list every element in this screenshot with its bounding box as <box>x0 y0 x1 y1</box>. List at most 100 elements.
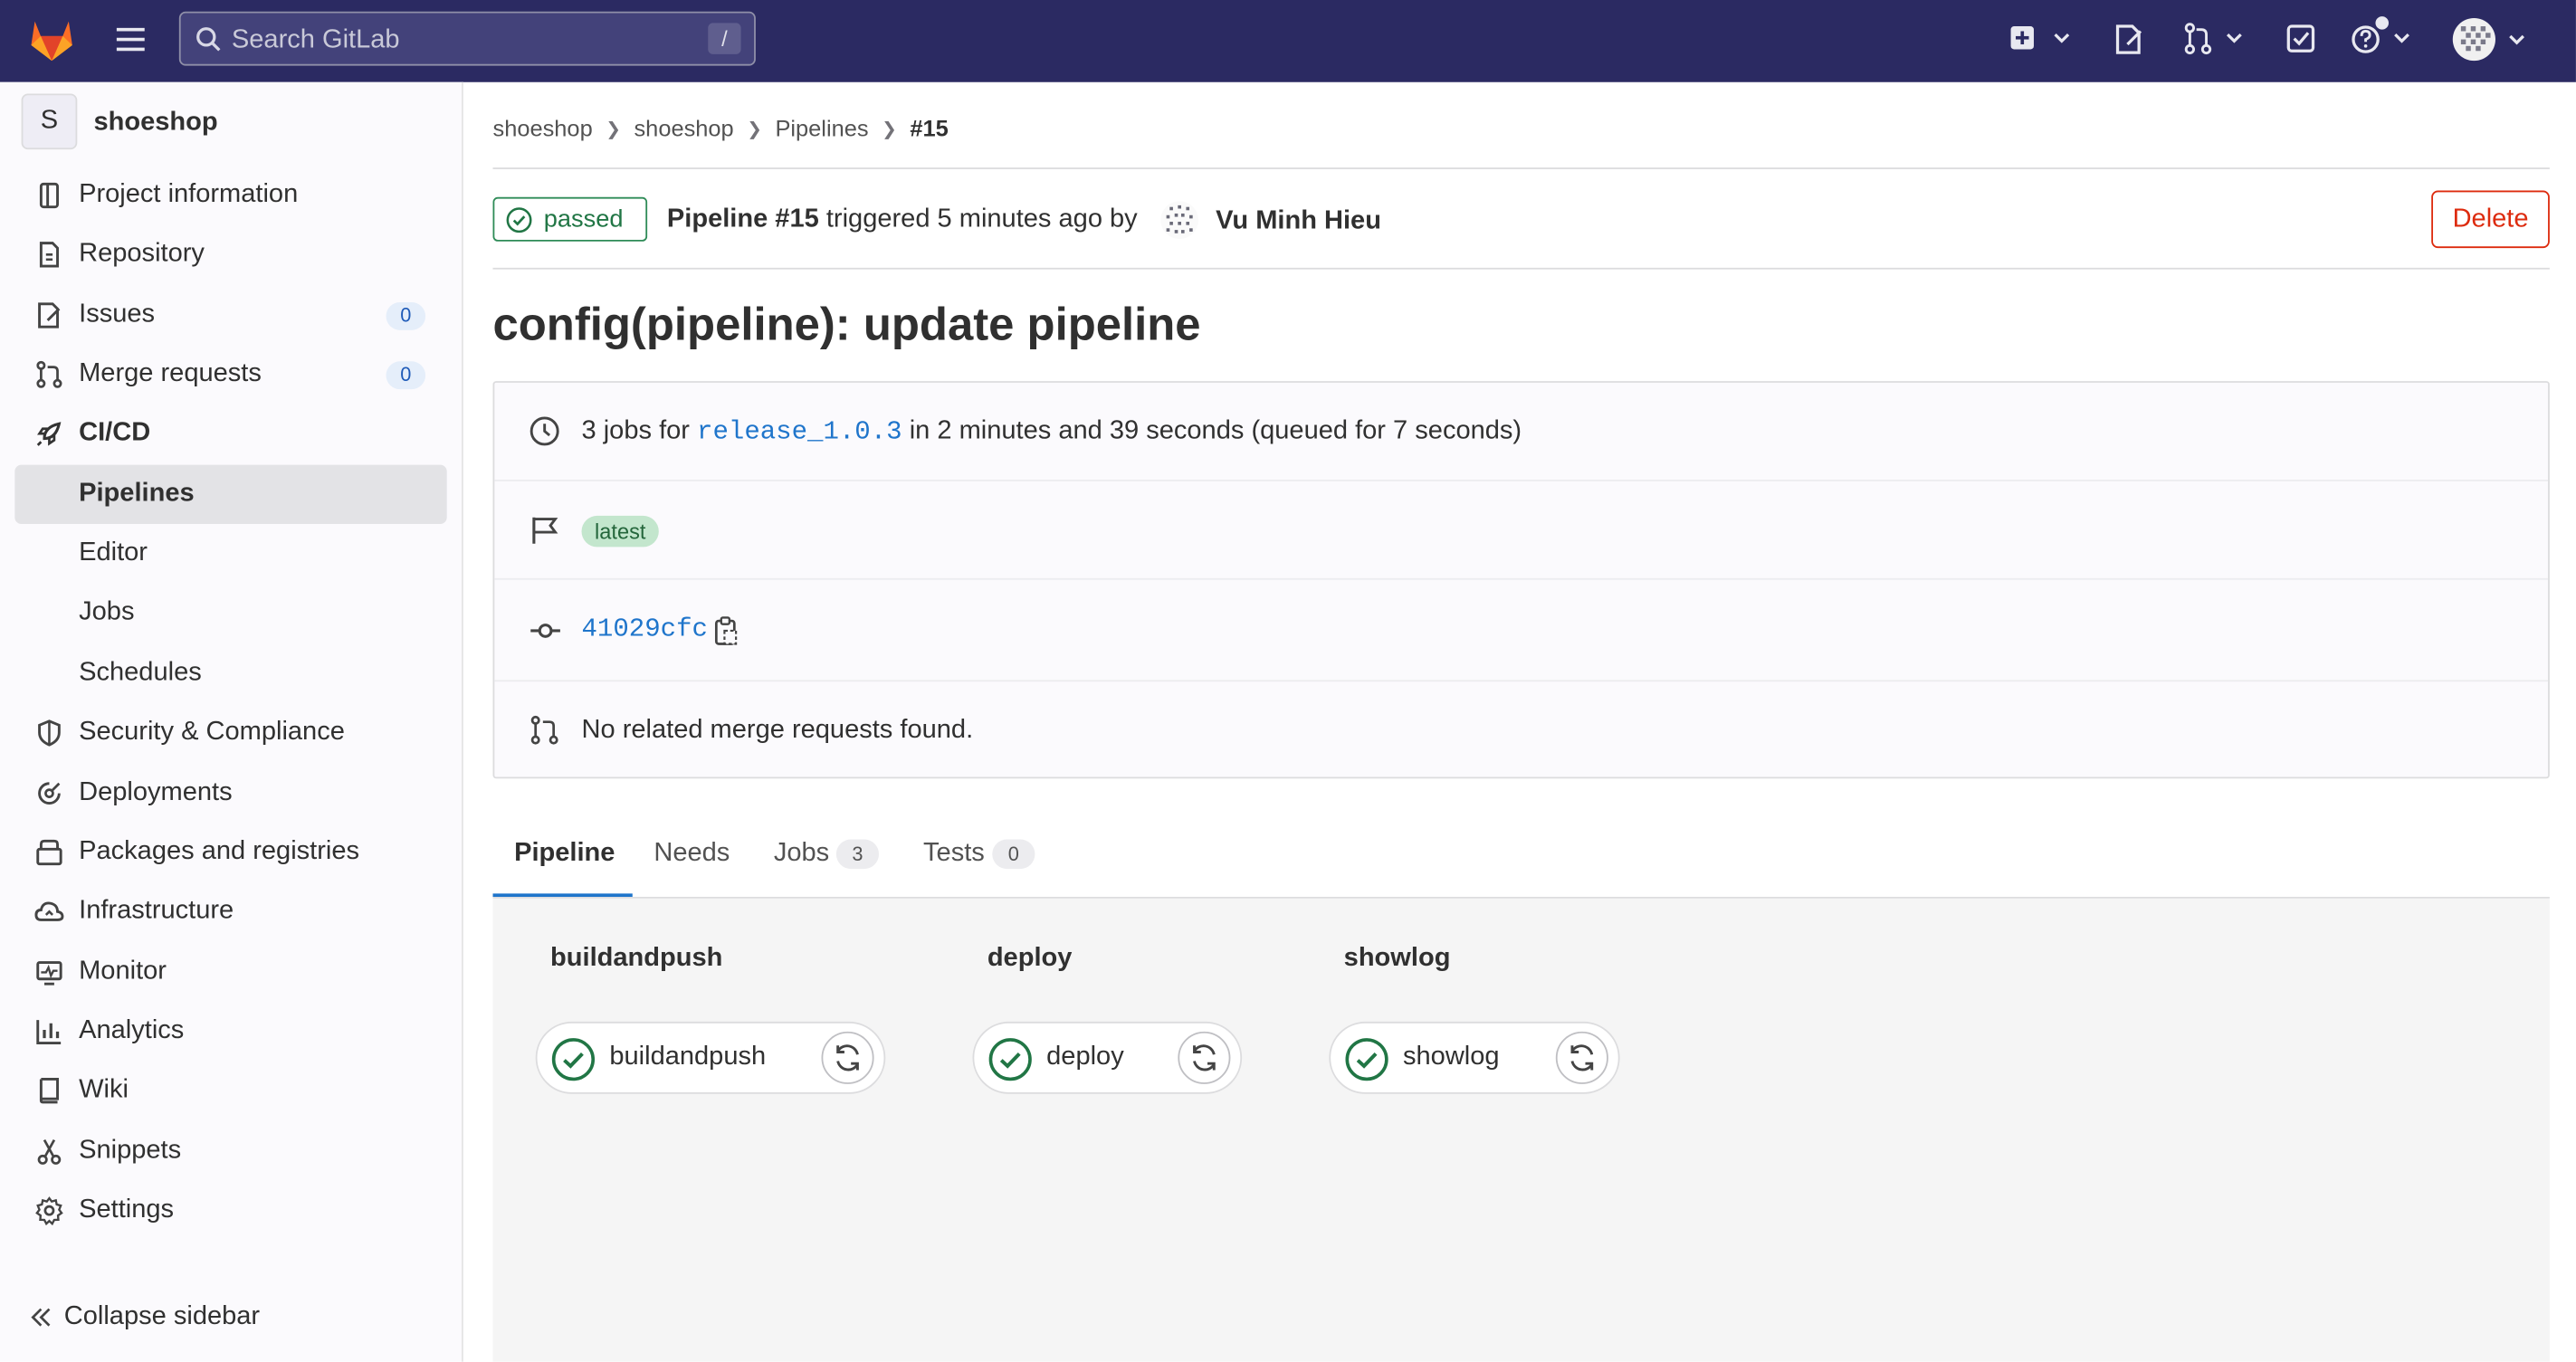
commit-sha[interactable]: 41029cfc <box>582 614 708 644</box>
merge-requests-count-badge: 0 <box>386 361 426 390</box>
breadcrumb-current[interactable]: #15 <box>910 116 948 142</box>
create-new-icon[interactable] <box>2008 22 2076 58</box>
sidebar-item-label: Packages and registries <box>79 837 360 866</box>
delete-button[interactable]: Delete <box>2431 190 2550 249</box>
commit-row: 41029cfc <box>494 580 2549 682</box>
sidebar-item-label: Pipelines <box>79 479 195 508</box>
latest-badge: latest <box>581 515 659 548</box>
pipeline-info-box: 3 jobs for release_1.0.3 in 2 minutes an… <box>492 381 2550 779</box>
sidebar-item-label: Analytics <box>79 1016 185 1045</box>
sidebar: S shoeshop Project information Repositor… <box>0 81 463 1362</box>
sidebar-item-label: CI/CD <box>79 418 151 447</box>
merge-requests-row: No related merge requests found. <box>494 681 2548 776</box>
tab-jobs[interactable]: Jobs 3 <box>752 818 893 895</box>
retry-icon <box>836 1044 859 1072</box>
jobs-summary: 3 jobs for release_1.0.3 in 2 minutes an… <box>582 417 1522 447</box>
jobs-summary-suffix: in 2 minutes and 39 seconds (queued for … <box>909 417 1522 445</box>
job-buildandpush[interactable]: buildandpush <box>535 1021 886 1094</box>
search-input[interactable]: Search GitLab / <box>178 11 756 66</box>
merge-request-icon <box>34 359 64 389</box>
copy-icon[interactable] <box>713 614 739 647</box>
sidebar-item-analytics[interactable]: Analytics <box>14 1002 446 1061</box>
author-avatar[interactable] <box>1159 200 1199 240</box>
sidebar-item-label: Schedules <box>79 658 202 687</box>
user-avatar[interactable] <box>2451 16 2533 62</box>
todo-icon[interactable] <box>2284 22 2320 58</box>
badges-row: latest <box>494 481 2549 580</box>
stage-title: deploy <box>987 944 1073 973</box>
gitlab-logo-icon[interactable] <box>28 16 76 62</box>
sidebar-item-label: Jobs <box>79 597 135 626</box>
merge-request-icon[interactable] <box>2181 22 2250 58</box>
sidebar-item-monitor[interactable]: Monitor <box>14 943 446 1002</box>
retry-button[interactable] <box>821 1031 874 1084</box>
project-name[interactable]: shoeshop <box>93 109 217 138</box>
job-name: showlog <box>1403 1043 1500 1072</box>
sidebar-item-label: Snippets <box>79 1136 182 1165</box>
sidebar-item-label: Infrastructure <box>79 896 234 925</box>
pipeline-graph: buildandpush buildandpush deploy deploy … <box>492 898 2550 1362</box>
chevron-right-icon: ❯ <box>882 119 897 139</box>
retry-button[interactable] <box>1555 1031 1608 1084</box>
shield-icon <box>34 718 64 748</box>
sidebar-item-issues[interactable]: Issues 0 <box>14 286 446 345</box>
retry-icon <box>1570 1044 1594 1072</box>
sidebar-item-repository[interactable]: Repository <box>14 225 446 284</box>
sidebar-item-wiki[interactable]: Wiki <box>14 1061 446 1119</box>
issues-count-badge: 0 <box>386 301 426 330</box>
package-icon <box>34 838 64 868</box>
document-icon <box>34 240 64 270</box>
help-icon[interactable] <box>2349 14 2418 61</box>
breadcrumb-item[interactable]: Pipelines <box>775 116 868 142</box>
job-name: deploy <box>1046 1043 1124 1072</box>
sidebar-item-packages-registries[interactable]: Packages and registries <box>14 823 446 881</box>
author-name[interactable]: Vu Minh Hieu <box>1216 207 1381 237</box>
merge-requests-status: No related merge requests found. <box>581 716 974 745</box>
search-placeholder: Search GitLab <box>231 26 400 54</box>
retry-button[interactable] <box>1178 1031 1231 1084</box>
tab-tests[interactable]: Tests 0 <box>902 818 1049 895</box>
menu-icon[interactable] <box>115 24 148 54</box>
sidebar-item-editor[interactable]: Editor <box>14 524 446 583</box>
tab-needs[interactable]: Needs <box>634 818 753 895</box>
sidebar-item-project-information[interactable]: Project information <box>14 166 446 224</box>
sidebar-item-merge-requests[interactable]: Merge requests 0 <box>14 345 446 404</box>
project-icon <box>34 181 64 211</box>
sidebar-item-deployments[interactable]: Deployments <box>14 764 446 823</box>
job-deploy[interactable]: deploy <box>972 1021 1243 1094</box>
stage-title: showlog <box>1343 944 1451 973</box>
commit-sha-link[interactable]: 41029cfc <box>582 614 708 644</box>
book-icon <box>34 1076 64 1106</box>
status-badge[interactable]: passed <box>492 196 648 242</box>
sidebar-item-jobs[interactable]: Jobs <box>14 583 446 642</box>
retry-icon <box>1193 1044 1216 1072</box>
tab-pipeline[interactable]: Pipeline <box>492 818 633 897</box>
sidebar-item-label: Issues <box>79 300 156 329</box>
cloud-icon <box>34 897 64 927</box>
stage-title: buildandpush <box>550 944 723 973</box>
job-showlog[interactable]: showlog <box>1329 1021 1620 1094</box>
pipeline-id: Pipeline #15 <box>666 205 819 233</box>
branch-link[interactable]: release_1.0.3 <box>697 417 902 447</box>
issues-icon[interactable] <box>2111 22 2147 58</box>
sidebar-item-security-compliance[interactable]: Security & Compliance <box>14 703 446 762</box>
sidebar-item-pipelines[interactable]: Pipelines <box>14 464 447 524</box>
sidebar-item-label: Editor <box>79 538 148 567</box>
project-avatar[interactable]: S <box>21 93 78 150</box>
flag-icon <box>529 514 559 545</box>
breadcrumb-item[interactable]: shoeshop <box>634 116 733 142</box>
sidebar-item-schedules[interactable]: Schedules <box>14 643 446 702</box>
rocket-icon <box>34 419 64 449</box>
sidebar-item-label: Merge requests <box>79 359 262 388</box>
sidebar-item-settings[interactable]: Settings <box>14 1181 446 1240</box>
monitor-icon <box>34 957 64 987</box>
breadcrumb-item[interactable]: shoeshop <box>493 116 593 142</box>
sidebar-item-ci-cd[interactable]: CI/CD <box>14 404 446 462</box>
divider <box>492 167 2550 169</box>
sidebar-item-label: Wiki <box>79 1075 129 1104</box>
sidebar-item-snippets[interactable]: Snippets <box>14 1122 446 1181</box>
check-circle-icon <box>550 1036 596 1082</box>
check-circle-icon <box>987 1036 1034 1082</box>
commit-icon <box>529 614 561 647</box>
sidebar-item-infrastructure[interactable]: Infrastructure <box>14 882 446 941</box>
